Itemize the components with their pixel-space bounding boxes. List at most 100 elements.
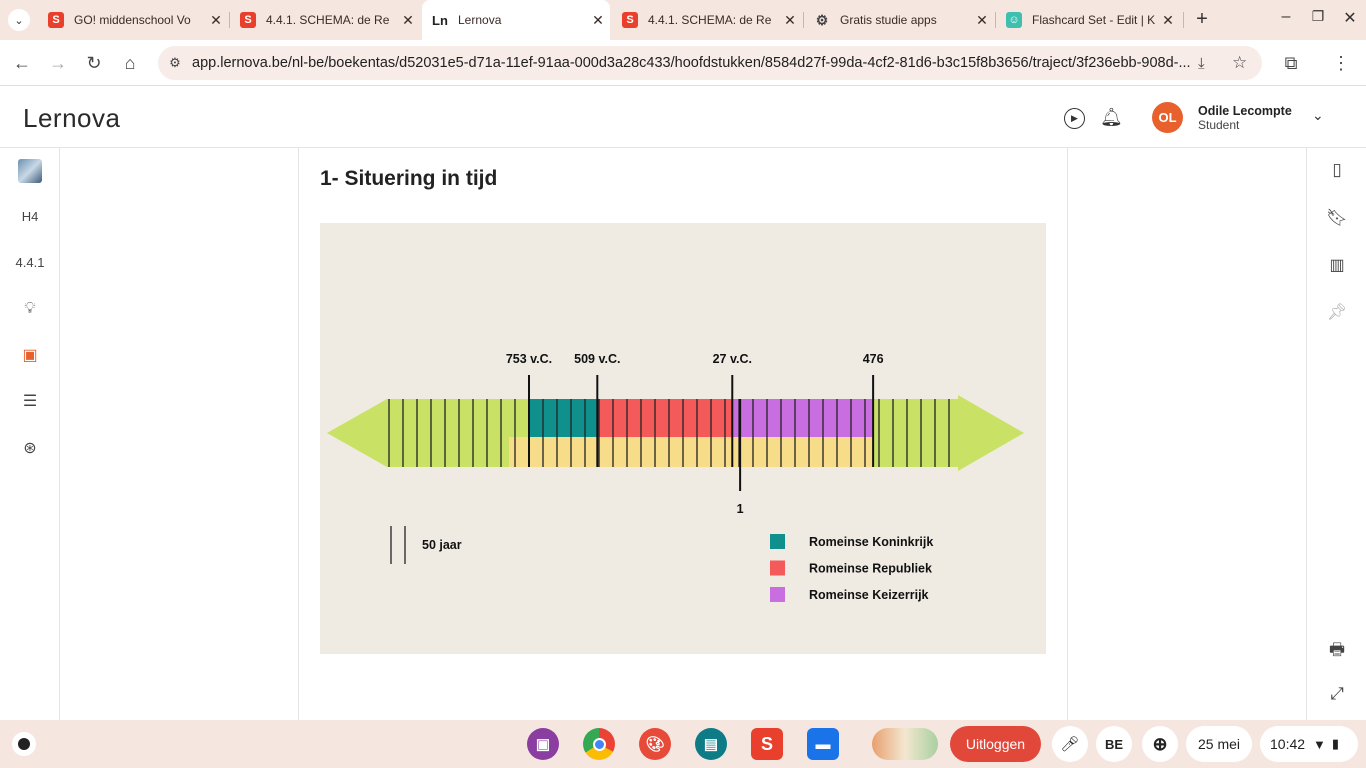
chart-icon[interactable]: ▥: [1307, 255, 1366, 275]
back-icon[interactable]: ←: [9, 50, 35, 76]
event-label: 476: [863, 352, 884, 366]
section-label[interactable]: 4.4.1: [0, 255, 60, 270]
classroom-app-icon[interactable]: ▣: [527, 728, 559, 760]
page-title: 1- Situering in tijd: [320, 167, 498, 190]
keyboard-layout[interactable]: BE: [1096, 726, 1132, 762]
browser-tab[interactable]: S 4.4.1. SCHEMA: de Re ✕: [230, 4, 420, 36]
browser-tab-strip: ⌄ S GO! middenschool Vo ✕ S 4.4.1. SCHEM…: [0, 0, 1366, 40]
chapter-label[interactable]: H4: [0, 209, 60, 224]
legend-swatch: [770, 560, 785, 576]
site-info-icon[interactable]: ⚙: [158, 55, 192, 71]
smartschool-icon: S: [622, 12, 638, 28]
close-window-button[interactable]: ✕: [1340, 8, 1360, 32]
tab-title: Lernova: [458, 13, 502, 27]
home-icon[interactable]: ⌂: [117, 50, 143, 76]
user-role: Student: [1198, 118, 1240, 132]
logo-text: Lernova: [23, 103, 121, 133]
book-icon[interactable]: ▣: [0, 345, 60, 365]
legend-label: Romeinse Koninkrijk: [809, 535, 933, 549]
left-sidebar: H4 4.4.1 💡︎ ▣ ☰ ⊛: [0, 148, 60, 720]
reload-icon[interactable]: ↻: [81, 50, 107, 76]
new-tab-button[interactable]: +: [1190, 8, 1214, 32]
event-label: 753 v.C.: [506, 352, 552, 366]
timeline-figure: 753 v.C. 509 v.C. 27 v.C. 1 476 50 jaar Romein…: [320, 223, 1046, 654]
timeline-arrow-right-head: [958, 395, 1024, 471]
logout-button[interactable]: Uitloggen: [950, 726, 1041, 762]
period-band: [597, 399, 733, 437]
smartschool-icon: S: [48, 12, 64, 28]
legend-label: Romeinse Republiek: [809, 562, 932, 576]
close-icon[interactable]: ✕: [1156, 12, 1180, 29]
lernova-icon: Ln: [432, 12, 448, 28]
clock: 10:42: [1270, 736, 1306, 752]
files-app-icon[interactable]: ▬: [807, 728, 839, 760]
browser-toolbar: ← → ↻ ⌂ ⚙ app.lernova.be/nl-be/boekentas…: [0, 40, 1366, 86]
smartschool-icon: S: [240, 12, 256, 28]
smartschool-app-icon[interactable]: S: [751, 728, 783, 760]
install-app-icon[interactable]: ⤓: [1198, 55, 1205, 72]
lightbulb-icon[interactable]: 💡︎: [0, 300, 60, 318]
timeline-svg: 753 v.C. 509 v.C. 27 v.C. 1 476 50 jaar Romein…: [327, 352, 1024, 602]
bell-icon[interactable]: 🔔︎: [1100, 107, 1123, 128]
book-cover-thumbnail[interactable]: [18, 159, 42, 183]
period-band: [529, 399, 598, 437]
close-icon[interactable]: ✕: [778, 12, 802, 29]
screencast-app-icon[interactable]: ▤: [695, 728, 727, 760]
timeline-arrow-left-head: [327, 399, 387, 467]
legend-swatch: [770, 587, 785, 602]
notebook-icon[interactable]: ▯: [1307, 160, 1366, 180]
wifi-icon: ▼: [1313, 736, 1326, 752]
brain-icon[interactable]: ⊛: [0, 438, 60, 458]
minimize-button[interactable]: –: [1276, 8, 1296, 32]
scale-label: 50 jaar: [422, 538, 462, 552]
tab-search-icon[interactable]: ⌄: [8, 9, 30, 31]
fullscreen-icon[interactable]: ⤢: [1307, 684, 1366, 704]
lesson-content: 1- Situering in tijd 753 v.C. 509 v.C. 27 …: [298, 148, 1068, 720]
tab-title: Gratis studie apps: [840, 13, 937, 27]
maximize-button[interactable]: ❐: [1308, 8, 1328, 32]
close-icon[interactable]: ✕: [204, 12, 228, 29]
browser-tab[interactable]: S GO! middenschool Vo ✕: [38, 4, 228, 36]
app-header: Lernova ▶ 🔔︎ OL Odile Lecompte Student ⌄: [0, 87, 1366, 148]
paint-app-icon[interactable]: 🎨︎: [639, 728, 671, 760]
lernova-logo[interactable]: Lernova: [23, 103, 120, 134]
holding-space-thumbnails[interactable]: [872, 728, 938, 760]
pin-icon[interactable]: 📌︎: [1307, 302, 1366, 322]
tab-title: Flashcard Set - Edit | K: [1032, 13, 1156, 27]
forward-icon[interactable]: →: [45, 50, 71, 76]
tab-title: 4.4.1. SCHEMA: de Re: [266, 13, 390, 27]
close-icon[interactable]: ✕: [970, 12, 994, 29]
bookmark-star-icon[interactable]: ☆: [1232, 53, 1247, 73]
battery-icon: ▮: [1331, 736, 1340, 751]
browser-tab[interactable]: S 4.4.1. SCHEMA: de Re ✕: [612, 4, 802, 36]
tab-title: 4.4.1. SCHEMA: de Re: [648, 13, 772, 27]
chrome-icon[interactable]: [583, 728, 615, 760]
menu-icon[interactable]: ⋮: [1328, 50, 1354, 76]
browser-tab[interactable]: ⚙ Gratis studie apps ✕: [804, 4, 994, 36]
event-label: 27 v.C.: [713, 352, 752, 366]
url-text: app.lernova.be/nl-be/boekentas/d52031e5-…: [192, 55, 1191, 71]
browser-tab-active[interactable]: Ln Lernova ✕: [422, 0, 610, 40]
browser-tab[interactable]: ☺ Flashcard Set - Edit | K ✕: [996, 4, 1180, 36]
extensions-icon[interactable]: ⧉: [1278, 50, 1304, 76]
address-bar[interactable]: ⚙ app.lernova.be/nl-be/boekentas/d52031e…: [158, 46, 1262, 80]
timeline-lower-band: [509, 437, 874, 467]
play-icon[interactable]: ▶: [1064, 108, 1085, 129]
chevron-down-icon[interactable]: ⌄: [1312, 107, 1324, 124]
print-icon[interactable]: 🖶︎: [1307, 637, 1366, 666]
close-icon[interactable]: ✕: [396, 12, 420, 29]
checklist-icon[interactable]: ☰: [0, 391, 60, 411]
launcher-icon[interactable]: [12, 732, 36, 756]
status-area[interactable]: 10:42 ▼ ▮: [1260, 726, 1358, 762]
event-label: 509 v.C.: [574, 352, 620, 366]
date-display[interactable]: 25 mei: [1186, 726, 1252, 762]
legend-swatch: [770, 534, 785, 549]
right-sidebar: ▯ 🔖︎ ▥ 📌︎ 🖶︎ ⤢: [1306, 148, 1366, 720]
microphone-icon[interactable]: 🎤︎: [1052, 726, 1088, 762]
legend-label: Romeinse Keizerrijk: [809, 588, 929, 602]
add-icon[interactable]: ⊕: [1142, 726, 1178, 762]
bookmark-icon[interactable]: 🔖︎: [1307, 208, 1366, 228]
avatar[interactable]: OL: [1152, 102, 1183, 133]
close-icon[interactable]: ✕: [586, 12, 610, 29]
gear-icon: ⚙: [815, 11, 829, 28]
